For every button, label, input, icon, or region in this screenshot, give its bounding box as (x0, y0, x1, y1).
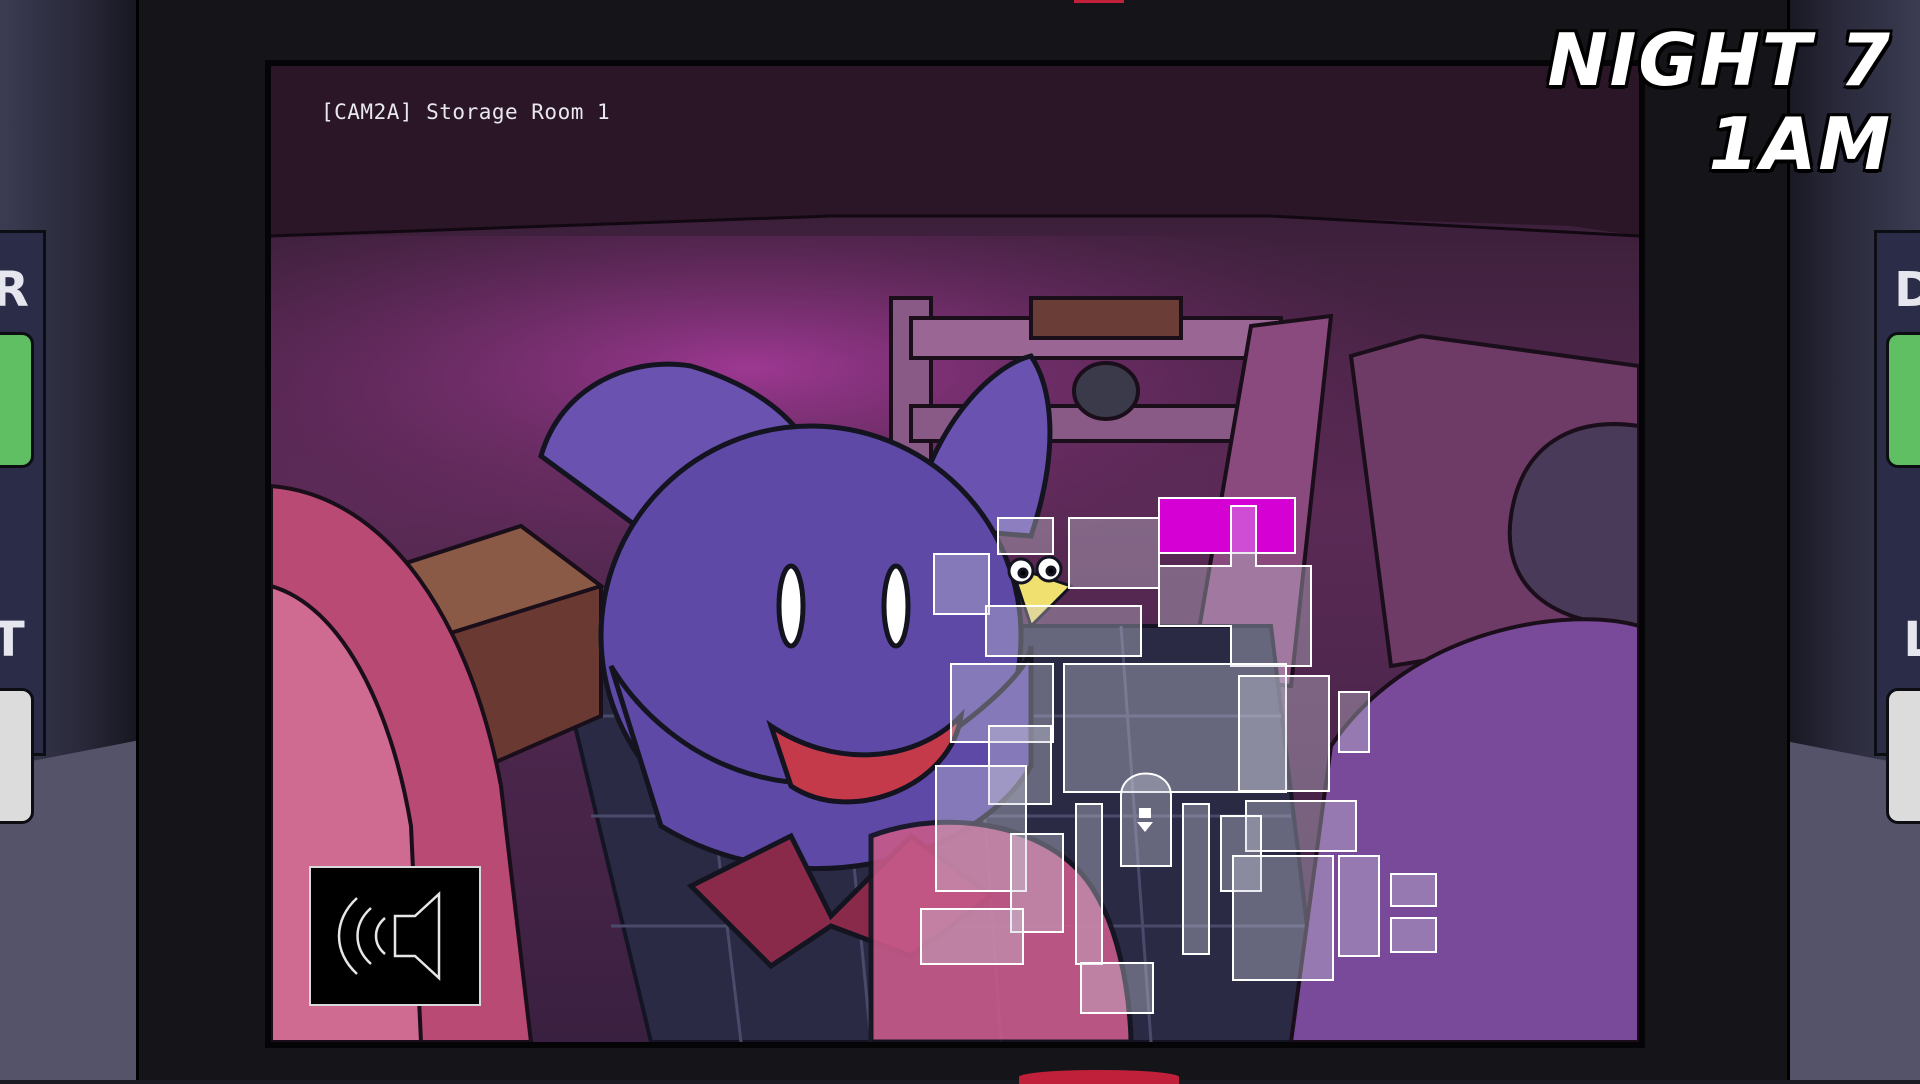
map-room-cam20[interactable] (920, 908, 1024, 965)
left-door-button[interactable] (0, 332, 34, 468)
map-room-cam8[interactable] (1238, 675, 1330, 792)
map-room-cam1b[interactable] (1068, 517, 1160, 589)
map-room-cam16[interactable] (1232, 855, 1334, 981)
map-room-cam1a[interactable] (997, 517, 1054, 555)
audio-lure-button[interactable] (309, 866, 481, 1006)
map-room-cam18[interactable] (1390, 873, 1437, 907)
left-door-label: R (0, 262, 29, 318)
current-time: 1AM (1708, 102, 1892, 186)
night-time-hud: NIGHT 7 1AM (1547, 18, 1892, 186)
camera-label: [CAM2A] Storage Room 1 (321, 100, 611, 124)
right-light-label: L (1903, 612, 1920, 668)
map-room-cam14[interactable] (1182, 803, 1210, 955)
monitor-top-tab (1074, 0, 1124, 3)
map-room-cam3[interactable] (933, 553, 990, 615)
map-room-cam21[interactable] (1080, 962, 1154, 1014)
map-room-cam19[interactable] (1390, 917, 1437, 953)
map-room-cam2a[interactable] (1158, 497, 1296, 554)
monitor-toggle-tab[interactable] (1019, 1070, 1179, 1084)
right-door-label: D (1894, 262, 1920, 318)
map-room-cam13[interactable] (1075, 803, 1103, 965)
night-number: NIGHT 7 (1547, 18, 1892, 102)
map-office-you[interactable] (1120, 772, 1172, 867)
map-room-cam17[interactable] (1338, 855, 1380, 957)
map-room-cam4[interactable] (985, 605, 1142, 657)
map-room-cam10[interactable] (1245, 800, 1357, 852)
camera-screen: [CAM2A] Storage Room 1 (265, 60, 1645, 1048)
right-light-button[interactable] (1886, 688, 1920, 824)
left-light-label: T (0, 612, 25, 668)
speaker-sound-icon (337, 891, 441, 981)
map-room-cam9[interactable] (1338, 691, 1370, 753)
left-light-button[interactable] (0, 688, 34, 824)
right-door-button[interactable] (1886, 332, 1920, 468)
